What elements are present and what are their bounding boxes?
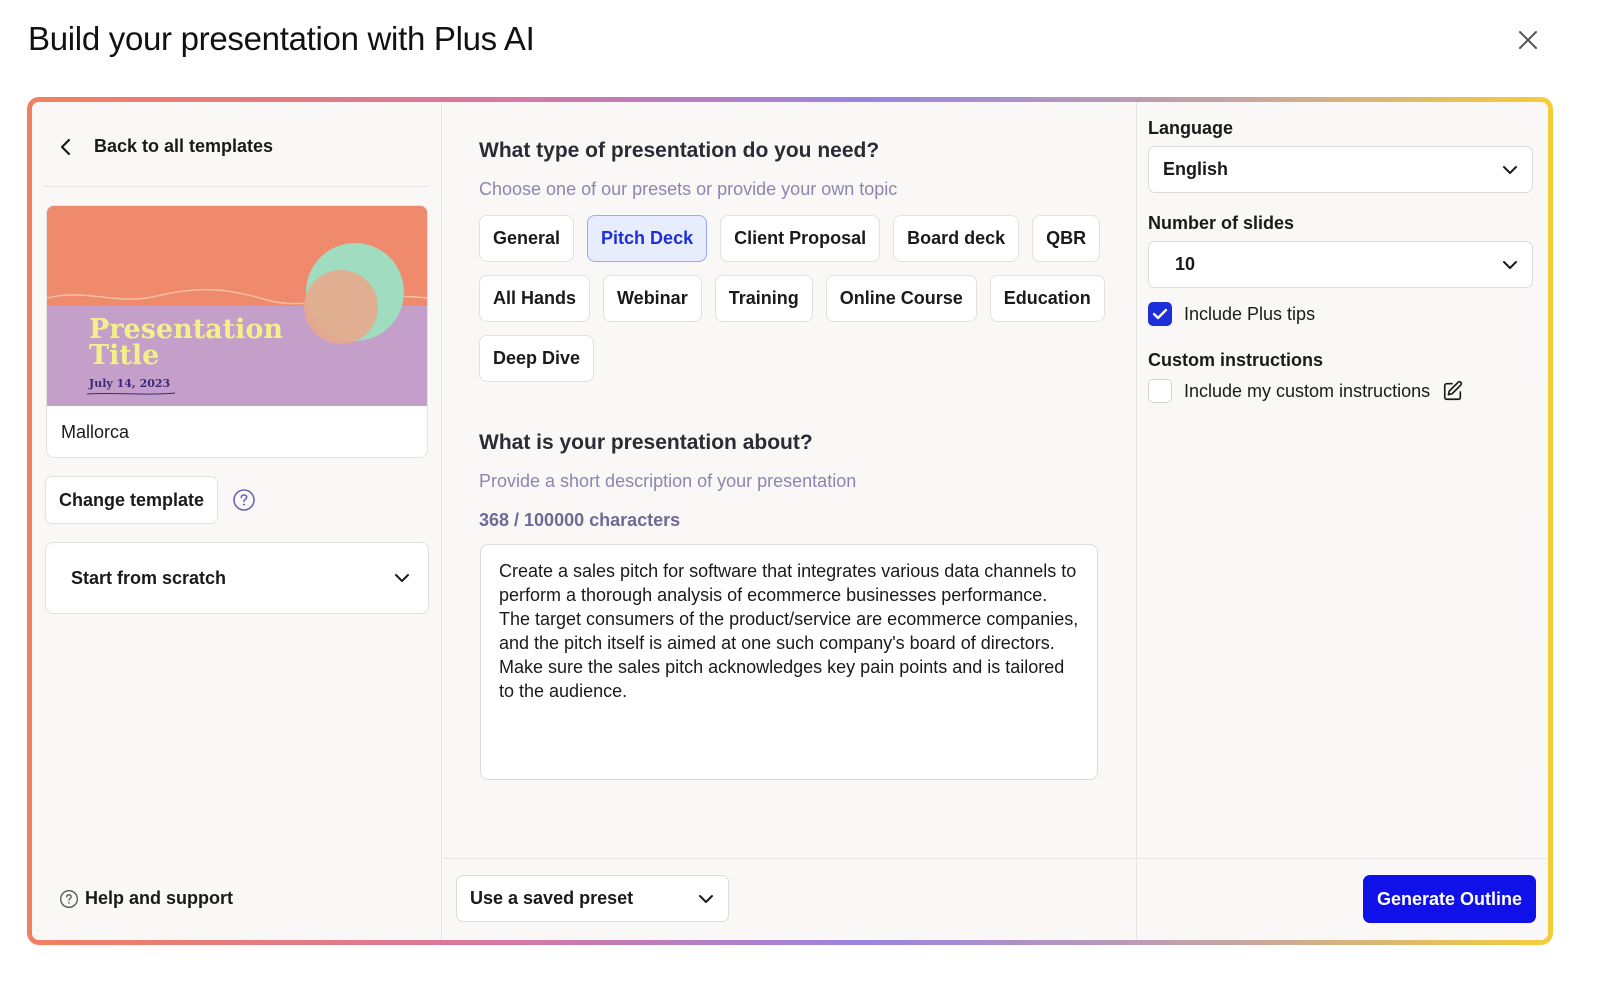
slides-value: 10 xyxy=(1175,254,1196,274)
preset-chip-client-proposal[interactable]: Client Proposal xyxy=(720,215,881,262)
description-textarea[interactable]: Create a sales pitch for software that i… xyxy=(480,544,1098,780)
close-icon xyxy=(1519,31,1537,49)
preset-chip-board-deck[interactable]: Board deck xyxy=(893,215,1020,262)
help-and-support-link[interactable]: Help and support xyxy=(59,888,233,909)
template-card[interactable]: Presentation Title July 14, 2023 Mallorc… xyxy=(46,205,428,458)
chevron-down-icon xyxy=(1503,260,1517,269)
question-circle-icon xyxy=(233,489,255,511)
preset-chip-all-hands[interactable]: All Hands xyxy=(479,275,591,322)
settings-panel: Language English Number of slides 10 Inc… xyxy=(1136,102,1548,940)
back-label: Back to all templates xyxy=(94,136,274,156)
slides-select[interactable]: 10 xyxy=(1148,241,1533,288)
include-custom-label: Include my custom instructions xyxy=(1184,380,1431,401)
include-tips-label: Include Plus tips xyxy=(1184,303,1316,324)
type-hint: Choose one of our presets or provide you… xyxy=(479,179,898,199)
template-thumbnail: Presentation Title July 14, 2023 xyxy=(47,206,427,406)
template-panel: Back to all templates Presentation Title… xyxy=(32,102,442,940)
preset-chip-deep-dive[interactable]: Deep Dive xyxy=(479,335,595,382)
back-to-templates-link[interactable]: Back to all templates xyxy=(60,136,273,157)
checkmark-icon xyxy=(1152,308,1168,320)
chevron-down-icon xyxy=(699,894,713,903)
start-from-scratch-dropdown[interactable]: Start from scratch xyxy=(45,542,429,614)
preset-chip-training[interactable]: Training xyxy=(714,275,813,322)
thumb-date: July 14, 2023 xyxy=(88,377,170,390)
footer-divider xyxy=(1137,858,1548,859)
preset-chip-pitch-deck[interactable]: Pitch Deck xyxy=(587,215,708,262)
chevron-down-icon xyxy=(1503,165,1517,174)
include-custom-row: Include my custom instructions xyxy=(1148,379,1464,403)
template-help-button[interactable] xyxy=(232,488,256,517)
type-question: What type of presentation do you need? xyxy=(479,139,880,162)
saved-preset-label: Use a saved preset xyxy=(470,888,634,908)
dialog-body: Back to all templates Presentation Title… xyxy=(32,102,1548,940)
chevron-left-icon xyxy=(60,138,71,155)
preset-chip-online-course[interactable]: Online Course xyxy=(825,275,977,322)
include-tips-row: Include Plus tips xyxy=(1148,302,1315,326)
character-count: 368 / 100000 characters xyxy=(479,510,681,530)
change-template-button[interactable]: Change template xyxy=(45,476,219,524)
language-label: Language xyxy=(1148,118,1234,138)
edit-icon[interactable] xyxy=(1442,380,1464,402)
preset-chips: General Pitch Deck Client Proposal Board… xyxy=(479,215,1119,395)
generate-outline-button[interactable]: Generate Outline xyxy=(1363,875,1536,923)
preset-chip-general[interactable]: General xyxy=(479,215,575,262)
start-from-scratch-label: Start from scratch xyxy=(71,567,227,588)
content-panel: What type of presentation do you need? C… xyxy=(443,102,1548,940)
slides-label: Number of slides xyxy=(1148,213,1295,233)
preset-chip-education[interactable]: Education xyxy=(989,275,1105,322)
template-name: Mallorca xyxy=(61,422,130,442)
thumb-title-2: Title xyxy=(89,340,159,371)
about-question: What is your presentation about? xyxy=(479,431,813,454)
dialog-frame: Back to all templates Presentation Title… xyxy=(27,97,1553,945)
help-and-support-label: Help and support xyxy=(85,888,233,908)
preset-chip-webinar[interactable]: Webinar xyxy=(603,275,702,322)
language-select[interactable]: English xyxy=(1148,146,1533,193)
language-value: English xyxy=(1163,159,1229,179)
include-tips-checkbox[interactable] xyxy=(1148,302,1172,326)
preset-chip-qbr[interactable]: QBR xyxy=(1032,215,1101,262)
about-hint: Provide a short description of your pres… xyxy=(479,471,857,491)
saved-preset-dropdown[interactable]: Use a saved preset xyxy=(456,875,729,922)
include-custom-checkbox[interactable] xyxy=(1148,379,1172,403)
chevron-down-icon xyxy=(395,574,409,582)
close-button[interactable] xyxy=(1510,22,1546,58)
divider xyxy=(44,186,429,187)
question-circle-icon xyxy=(60,889,78,908)
dialog-title: Build your presentation with Plus AI xyxy=(28,20,535,57)
custom-instructions-label: Custom instructions xyxy=(1148,350,1324,370)
